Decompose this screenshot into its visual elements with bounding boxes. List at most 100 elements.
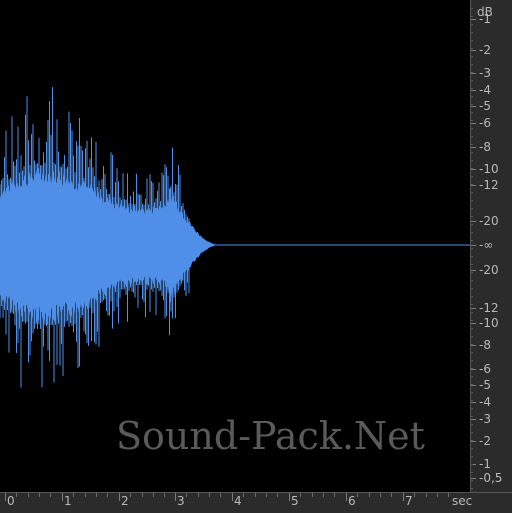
time-minor-tick (312, 493, 313, 497)
db-tick (471, 402, 476, 403)
time-minor-tick (220, 493, 221, 497)
db-tick (471, 245, 476, 246)
db-label: -6 (479, 116, 491, 130)
db-minor-tick (471, 256, 473, 257)
db-minor-tick (471, 280, 473, 281)
time-minor-tick (380, 493, 381, 497)
db-tick (471, 106, 476, 107)
time-minor-tick (266, 493, 267, 497)
time-tick (346, 493, 347, 501)
db-minor-tick (471, 264, 473, 265)
db-minor-tick (471, 16, 473, 17)
time-minor-tick (107, 493, 108, 497)
time-minor-tick (130, 493, 131, 497)
time-minor-tick (437, 493, 438, 497)
db-minor-tick (471, 160, 473, 161)
db-minor-tick (471, 432, 473, 433)
time-label: 6 (348, 494, 356, 508)
db-label: -1 (479, 457, 491, 471)
db-tick (471, 50, 476, 51)
db-label: -20 (479, 263, 499, 277)
db-minor-tick (471, 184, 473, 185)
db-tick (471, 221, 476, 222)
time-label: 5 (291, 494, 299, 508)
db-minor-tick (471, 480, 473, 481)
db-minor-tick (471, 120, 473, 121)
time-minor-tick (209, 493, 210, 497)
db-label: -6 (479, 362, 491, 376)
time-minor-tick (142, 493, 143, 497)
time-minor-tick (255, 493, 256, 497)
db-minor-tick (471, 352, 473, 353)
time-minor-tick (73, 493, 74, 497)
db-tick (471, 185, 476, 186)
db-label: -∞ (479, 238, 494, 252)
time-minor-tick (334, 493, 335, 497)
time-minor-tick (16, 493, 17, 497)
db-minor-tick (471, 456, 473, 457)
db-tick (471, 441, 476, 442)
time-minor-tick (357, 493, 358, 497)
db-minor-tick (471, 392, 473, 393)
db-label: -5 (479, 378, 491, 392)
db-minor-tick (471, 128, 473, 129)
db-label: -4 (479, 395, 491, 409)
db-minor-tick (471, 32, 473, 33)
time-minor-tick (277, 493, 278, 497)
db-tick (471, 270, 476, 271)
db-tick (471, 478, 476, 479)
db-tick (471, 419, 476, 420)
db-label: -12 (479, 301, 499, 315)
db-minor-tick (471, 96, 473, 97)
db-minor-tick (471, 200, 473, 201)
db-label: -8 (479, 140, 491, 154)
db-label: -0,5 (479, 471, 503, 485)
db-minor-tick (471, 192, 473, 193)
time-minor-tick (369, 493, 370, 497)
time-minor-tick (164, 493, 165, 497)
db-tick (471, 90, 476, 91)
db-minor-tick (471, 296, 473, 297)
db-minor-tick (471, 376, 473, 377)
db-minor-tick (471, 176, 473, 177)
db-minor-tick (471, 24, 473, 25)
db-minor-tick (471, 144, 473, 145)
db-label: -8 (479, 338, 491, 352)
db-minor-tick (471, 464, 473, 465)
db-minor-tick (471, 64, 473, 65)
db-minor-tick (471, 136, 473, 137)
db-tick (471, 323, 476, 324)
db-minor-tick (471, 104, 473, 105)
time-label: 0 (7, 494, 15, 508)
watermark-text: Sound-Pack.Net (116, 414, 425, 458)
db-tick (471, 123, 476, 124)
db-minor-tick (471, 472, 473, 473)
db-minor-tick (471, 304, 473, 305)
time-minor-tick (153, 493, 154, 497)
db-tick (471, 369, 476, 370)
time-ruler: 0 1 2 3 4 5 6 7 sec (0, 492, 512, 513)
db-minor-tick (471, 424, 473, 425)
db-minor-tick (471, 248, 473, 249)
db-label: -20 (479, 214, 499, 228)
time-minor-tick (323, 493, 324, 497)
db-minor-tick (471, 232, 473, 233)
db-minor-tick (471, 312, 473, 313)
db-minor-tick (471, 328, 473, 329)
time-minor-tick (448, 493, 449, 497)
db-label: -1 (479, 12, 491, 26)
db-tick (471, 169, 476, 170)
db-label: -2 (479, 434, 491, 448)
db-label: -10 (479, 316, 499, 330)
time-label: 2 (121, 494, 129, 508)
time-minor-tick (85, 493, 86, 497)
db-minor-tick (471, 48, 473, 49)
time-tick (289, 493, 290, 501)
time-tick (232, 493, 233, 501)
db-minor-tick (471, 152, 473, 153)
db-label: -10 (479, 162, 499, 176)
db-tick (471, 147, 476, 148)
db-minor-tick (471, 408, 473, 409)
db-minor-tick (471, 72, 473, 73)
db-minor-tick (471, 240, 473, 241)
